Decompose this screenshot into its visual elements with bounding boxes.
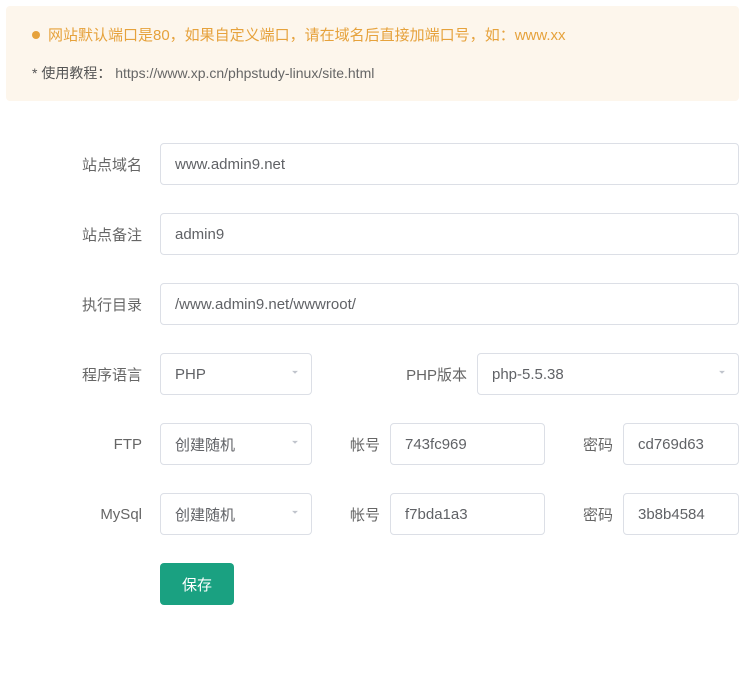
label-ftp-password: 密码: [545, 434, 623, 455]
label-php-version: PHP版本: [312, 364, 477, 385]
row-lang: 程序语言 PHP版本: [0, 353, 739, 395]
ftp-mode-select[interactable]: [160, 423, 312, 465]
mysql-password-input[interactable]: [623, 493, 739, 535]
bullet-icon: [32, 31, 40, 39]
row-exec-dir: 执行目录: [0, 283, 739, 325]
label-site-remark: 站点备注: [0, 224, 160, 245]
save-button[interactable]: 保存: [160, 563, 234, 605]
notice-port-info: 网站默认端口是80，如果自定义端口，请在域名后直接加端口号，如：www.xx: [32, 24, 719, 45]
label-mysql-password: 密码: [545, 504, 623, 525]
lang-select-value[interactable]: [160, 353, 312, 395]
notice-tutorial: * 使用教程： https://www.xp.cn/phpstudy-linux…: [32, 63, 719, 83]
row-ftp: FTP 帐号 密码: [0, 423, 739, 465]
row-site-remark: 站点备注: [0, 213, 739, 255]
label-mysql-account: 帐号: [312, 504, 390, 525]
lang-select[interactable]: [160, 353, 312, 395]
label-ftp-account: 帐号: [312, 434, 390, 455]
ftp-mode-value[interactable]: [160, 423, 312, 465]
label-lang: 程序语言: [0, 364, 160, 385]
tutorial-link[interactable]: https://www.xp.cn/phpstudy-linux/site.ht…: [115, 65, 374, 81]
site-domain-input[interactable]: [160, 143, 739, 185]
ftp-password-input[interactable]: [623, 423, 739, 465]
notice-box: 网站默认端口是80，如果自定义端口，请在域名后直接加端口号，如：www.xx *…: [6, 6, 739, 101]
label-mysql: MySql: [0, 506, 160, 523]
exec-dir-input[interactable]: [160, 283, 739, 325]
label-site-domain: 站点域名: [0, 154, 160, 175]
ftp-account-input[interactable]: [390, 423, 545, 465]
row-mysql: MySql 帐号 密码: [0, 493, 739, 535]
php-version-value[interactable]: [477, 353, 739, 395]
mysql-mode-select[interactable]: [160, 493, 312, 535]
mysql-account-input[interactable]: [390, 493, 545, 535]
site-remark-input[interactable]: [160, 213, 739, 255]
mysql-mode-value[interactable]: [160, 493, 312, 535]
row-site-domain: 站点域名: [0, 143, 739, 185]
label-exec-dir: 执行目录: [0, 294, 160, 315]
tutorial-prefix: * 使用教程：: [32, 65, 111, 81]
row-actions: 保存: [0, 563, 739, 605]
form-area: 站点域名 站点备注 执行目录 程序语言 PHP版本 FTP: [0, 101, 739, 605]
label-ftp: FTP: [0, 436, 160, 453]
php-version-select[interactable]: [477, 353, 739, 395]
notice-text: 网站默认端口是80，如果自定义端口，请在域名后直接加端口号，如：www.xx: [48, 24, 566, 45]
